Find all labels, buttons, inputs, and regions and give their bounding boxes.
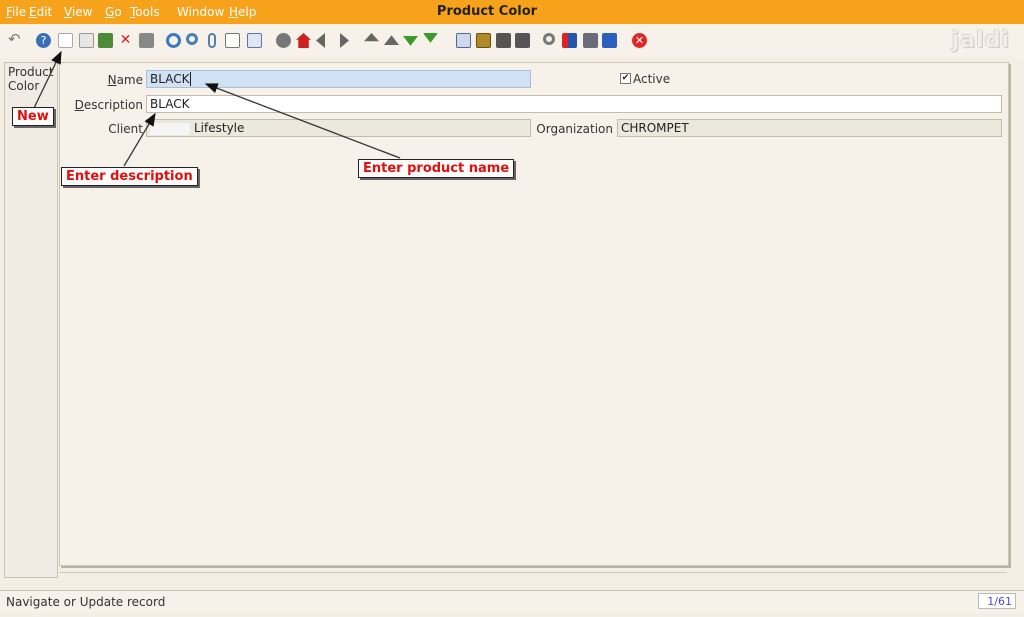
chat-icon[interactable] [225,33,240,48]
close-window-icon[interactable]: ✕ [632,33,647,48]
zoom-across-icon[interactable] [543,33,555,45]
status-message: Navigate or Update record [6,595,166,609]
last-record-icon[interactable] [423,33,438,43]
process-icon[interactable] [583,33,598,48]
archive-icon[interactable] [476,33,491,48]
help-icon[interactable]: ? [36,33,51,48]
workflow-icon[interactable] [562,33,577,48]
report-icon[interactable] [139,33,154,48]
product-info-icon[interactable] [602,33,617,48]
copy-record-icon[interactable] [79,33,94,48]
next-record-icon[interactable] [403,36,418,46]
delete-icon[interactable]: ✕ [118,33,133,48]
forward-icon[interactable] [340,33,349,48]
client-label: Client [108,122,143,136]
active-checkbox[interactable]: ✔ [620,73,631,84]
menu-window[interactable]: Window [177,5,224,19]
menu-view[interactable]: View [64,5,92,19]
menu-go[interactable]: Go [105,5,122,19]
find-icon[interactable] [186,33,198,45]
record-pager[interactable]: 1/61 [978,593,1016,609]
annotation-enter-description: Enter description [61,167,198,186]
description-field[interactable]: BLACK [146,95,1002,113]
menu-bar: File Edit View Go Tools Window Help Prod… [0,0,1024,24]
detail-icon[interactable] [456,33,471,48]
attachment-icon[interactable] [208,33,216,48]
menu-edit[interactable]: Edit [29,5,52,19]
grid-toggle-icon[interactable] [247,33,262,48]
first-record-icon[interactable] [364,33,379,42]
previous-record-icon[interactable] [384,35,399,45]
history-icon[interactable] [276,33,291,48]
description-label: Description [74,98,143,112]
name-field[interactable]: BLACK [146,70,531,88]
save-icon[interactable] [98,33,113,48]
annotation-enter-product-name: Enter product name [358,159,515,178]
client-field[interactable]: Lifestyle [146,119,531,137]
tab-product-color[interactable]: Product Color [5,63,57,95]
status-bar: Navigate or Update record 1/61 [0,590,1024,613]
toolbar: ↶ ? ✕ ✕ [0,24,1024,58]
client-redacted [150,122,190,135]
home-icon[interactable] [296,33,311,48]
record-panel [59,62,1009,566]
menu-tools[interactable]: Tools [130,5,160,19]
organization-field[interactable]: CHROMPET [617,119,1002,137]
menu-help[interactable]: Help [229,5,256,19]
name-label: Name [107,73,143,87]
active-label: Active [633,72,671,86]
organization-label: Organization [536,122,613,136]
tab-list: Product Color [4,62,58,578]
divider [59,572,1007,573]
undo-icon[interactable]: ↶ [8,30,23,48]
print-preview-icon[interactable] [496,33,511,48]
print-icon[interactable] [515,33,530,48]
menu-file[interactable]: File [6,5,26,19]
new-record-icon[interactable] [58,33,73,48]
brand-logo: jaldi [951,28,1010,53]
annotation-new: New [12,107,54,126]
refresh-icon[interactable] [166,33,181,48]
back-icon[interactable] [316,33,325,48]
